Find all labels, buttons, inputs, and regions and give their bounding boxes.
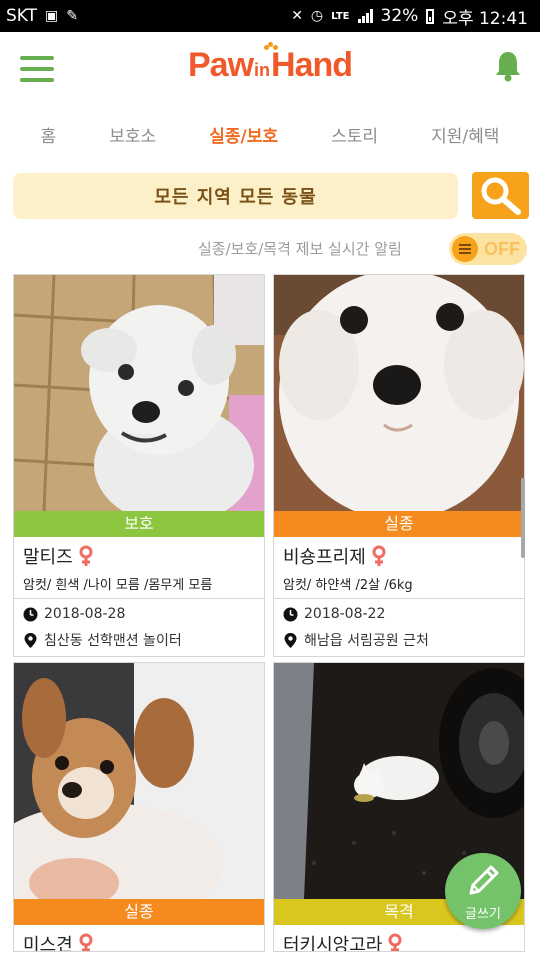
animal-card[interactable]: 실종 비숑프리제 암컷/ 하얀색 /2살 /6kg 2018-08-22 해남읍…: [273, 274, 525, 657]
report-date: 2018-08-22: [304, 606, 386, 622]
realtime-alert-label: 실종/보호/목격 제보 실시간 알림: [198, 240, 402, 258]
date-row: 2018-08-22: [283, 606, 385, 622]
name-row: 터키시앙고라: [283, 931, 402, 952]
toggle-knob: [452, 236, 478, 262]
report-date: 2018-08-28: [44, 606, 126, 622]
battery-icon: [426, 8, 435, 24]
animal-breed: 터키시앙고라: [283, 935, 383, 952]
animal-breed: 비숑프리제: [283, 547, 366, 568]
clock-icon: [283, 607, 298, 621]
tab-support[interactable]: 지원/혜택: [431, 122, 499, 147]
image-notification-icon: ▣: [45, 8, 59, 24]
clock-time: 오후 12:41: [442, 8, 528, 29]
region-animal-filter[interactable]: 모든 지역 모든 동물: [13, 173, 458, 219]
pencil-icon: [469, 865, 499, 895]
alarm-icon: ◷: [310, 8, 324, 24]
carrier-label: SKT: [6, 6, 38, 26]
clock-icon: [23, 607, 38, 621]
battery-percent: 32%: [380, 6, 419, 26]
female-icon: [79, 545, 93, 566]
status-badge: 실종: [14, 899, 264, 925]
app-header: Paw in Hand: [0, 32, 540, 104]
animal-description: 암컷/ 흰색 /나이 모름 /몸무게 모름: [23, 578, 213, 593]
app-notification-icon: ✎: [66, 8, 78, 24]
toggle-state: OFF: [484, 239, 520, 259]
name-row: 말티즈: [23, 543, 93, 569]
report-location: 해남읍 서림공원 근처: [304, 633, 429, 649]
animal-card[interactable]: 실종 미스견: [13, 662, 265, 952]
bell-icon[interactable]: [494, 50, 522, 82]
tab-story[interactable]: 스토리: [331, 122, 378, 147]
animal-photo: [274, 275, 524, 511]
animal-breed: 말티즈: [23, 547, 73, 568]
status-bar: SKT ▣ ✎ ✕ ◷ LTE 32% 오후 12:41: [0, 0, 540, 32]
animal-photo: [14, 663, 264, 899]
tab-home[interactable]: 홈: [41, 122, 57, 147]
name-row: 미스견: [23, 931, 93, 952]
menu-icon[interactable]: [20, 56, 54, 82]
pawinhand-logo[interactable]: Paw in Hand: [188, 42, 353, 88]
tab-bar: 홈 보호소 실종/보호 스토리 지원/혜택: [0, 112, 540, 156]
scrollbar[interactable]: [521, 478, 525, 558]
animal-photo: [14, 275, 264, 511]
female-icon: [388, 933, 402, 951]
status-badge: 실종: [274, 511, 524, 537]
female-icon: [79, 933, 93, 951]
search-icon[interactable]: [472, 172, 529, 219]
tab-lost-protected[interactable]: 실종/보호: [209, 122, 278, 147]
date-row: 2018-08-28: [23, 606, 125, 622]
divider: [274, 598, 524, 599]
paw-icon: [264, 42, 278, 52]
animal-card[interactable]: 보호 말티즈 암컷/ 흰색 /나이 모름 /몸무게 모름 2018-08-28 …: [13, 274, 265, 657]
location-row: 해남읍 서림공원 근처: [283, 630, 429, 650]
write-post-label: 글쓰기: [465, 907, 501, 922]
location-pin-icon: [284, 632, 297, 648]
report-location: 침산동 선학맨션 놀이터: [44, 633, 182, 649]
female-icon: [372, 545, 386, 566]
animal-description: 암컷/ 하얀색 /2살 /6kg: [283, 578, 413, 593]
tab-shelter[interactable]: 보호소: [109, 122, 156, 147]
mute-icon: ✕: [291, 8, 303, 24]
animal-breed: 미스견: [23, 935, 73, 952]
status-badge: 보호: [14, 511, 264, 537]
location-pin-icon: [24, 632, 37, 648]
name-row: 비숑프리제: [283, 543, 386, 569]
divider: [14, 598, 264, 599]
location-row: 침산동 선학맨션 놀이터: [23, 630, 182, 650]
lte-icon: LTE: [331, 10, 350, 22]
write-post-button[interactable]: 글쓰기: [445, 853, 521, 929]
realtime-alert-toggle[interactable]: OFF: [449, 233, 527, 265]
signal-icon: [357, 9, 373, 23]
